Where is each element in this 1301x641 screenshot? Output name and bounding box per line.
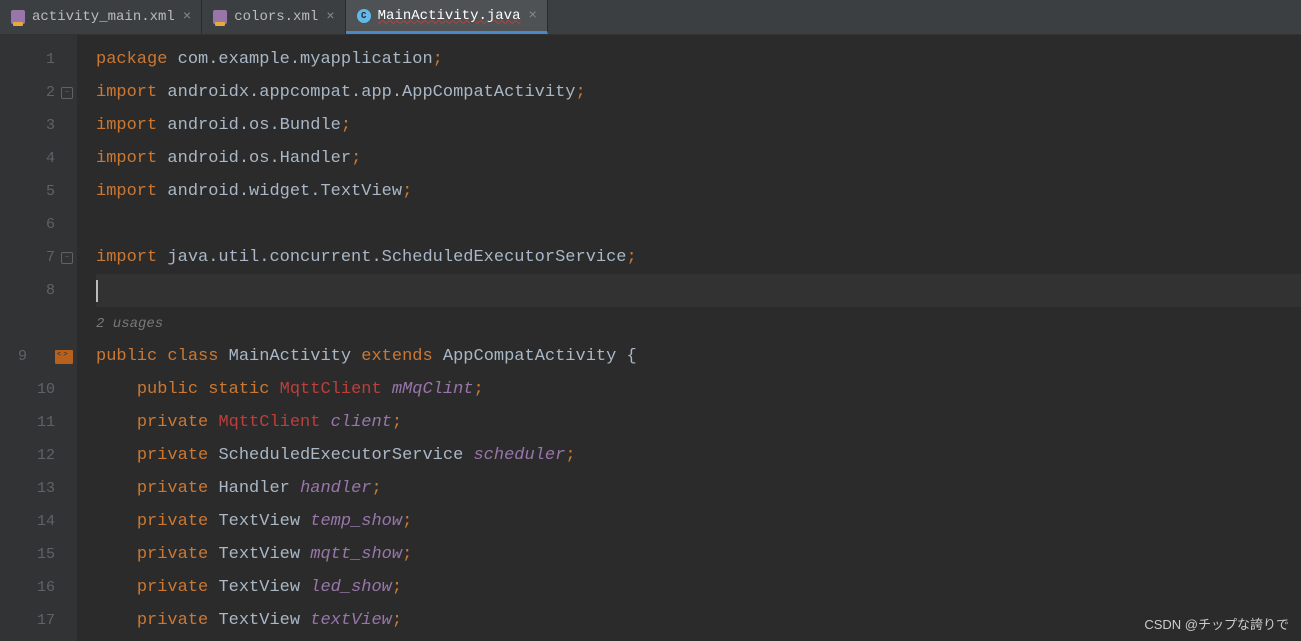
tab-label: colors.xml: [234, 9, 318, 25]
gutter[interactable]: 1 2− 3 4 5 6 7− 8 9 10 11 12 13 14 15 16…: [0, 35, 78, 641]
line-number: [0, 307, 77, 340]
code-line[interactable]: import android.widget.TextView;: [96, 175, 1301, 208]
line-number[interactable]: 3: [0, 109, 77, 142]
fold-icon[interactable]: −: [61, 252, 73, 264]
line-number[interactable]: 14: [0, 505, 77, 538]
fold-icon[interactable]: −: [61, 87, 73, 99]
code-line[interactable]: import android.os.Bundle;: [96, 109, 1301, 142]
line-number[interactable]: 8: [0, 274, 77, 307]
code-line[interactable]: private ScheduledExecutorService schedul…: [96, 439, 1301, 472]
code-line[interactable]: [96, 208, 1301, 241]
tab-main-activity[interactable]: C MainActivity.java ×: [346, 0, 548, 34]
line-number[interactable]: 16: [0, 571, 77, 604]
editor: 1 2− 3 4 5 6 7− 8 9 10 11 12 13 14 15 16…: [0, 35, 1301, 641]
code-line[interactable]: private TextView mqtt_show;: [96, 538, 1301, 571]
line-number[interactable]: 7−: [0, 241, 77, 274]
line-number[interactable]: 15: [0, 538, 77, 571]
code-line-current[interactable]: [96, 274, 1301, 307]
line-number[interactable]: 9: [0, 340, 77, 373]
line-number[interactable]: 5: [0, 175, 77, 208]
tab-bar: activity_main.xml × colors.xml × C MainA…: [0, 0, 1301, 35]
xml-file-icon: [212, 9, 228, 25]
code-line[interactable]: private MqttClient client;: [96, 406, 1301, 439]
line-number[interactable]: 13: [0, 472, 77, 505]
tab-colors[interactable]: colors.xml ×: [202, 0, 345, 34]
caret-icon: [96, 280, 98, 302]
code-area[interactable]: package com.example.myapplication; impor…: [78, 35, 1301, 641]
tab-activity-main[interactable]: activity_main.xml ×: [0, 0, 202, 34]
java-class-icon: C: [356, 8, 372, 24]
line-number[interactable]: 12: [0, 439, 77, 472]
line-number[interactable]: 17: [0, 604, 77, 637]
usages-hint[interactable]: 2 usages: [96, 307, 1301, 340]
code-line[interactable]: import android.os.Handler;: [96, 142, 1301, 175]
code-line[interactable]: public class MainActivity extends AppCom…: [96, 340, 1301, 373]
code-line[interactable]: private TextView textView;: [96, 604, 1301, 637]
code-line[interactable]: private TextView temp_show;: [96, 505, 1301, 538]
code-line[interactable]: import androidx.appcompat.app.AppCompatA…: [96, 76, 1301, 109]
line-number[interactable]: 4: [0, 142, 77, 175]
line-number[interactable]: 10: [0, 373, 77, 406]
tab-label: activity_main.xml: [32, 9, 175, 25]
xml-file-icon: [10, 9, 26, 25]
close-icon[interactable]: ×: [326, 9, 334, 25]
line-number[interactable]: 11: [0, 406, 77, 439]
line-number[interactable]: 2−: [0, 76, 77, 109]
code-line[interactable]: private TextView led_show;: [96, 571, 1301, 604]
code-line[interactable]: package com.example.myapplication;: [96, 43, 1301, 76]
code-line[interactable]: private Handler handler;: [96, 472, 1301, 505]
code-line[interactable]: public static MqttClient mMqClint;: [96, 373, 1301, 406]
line-number[interactable]: 1: [0, 43, 77, 76]
close-icon[interactable]: ×: [528, 8, 536, 24]
watermark: CSDN @チップな誇りで: [1144, 614, 1289, 633]
tab-label: MainActivity.java: [378, 8, 521, 24]
class-gutter-icon[interactable]: [55, 350, 73, 364]
line-number[interactable]: 6: [0, 208, 77, 241]
close-icon[interactable]: ×: [183, 9, 191, 25]
code-line[interactable]: import java.util.concurrent.ScheduledExe…: [96, 241, 1301, 274]
